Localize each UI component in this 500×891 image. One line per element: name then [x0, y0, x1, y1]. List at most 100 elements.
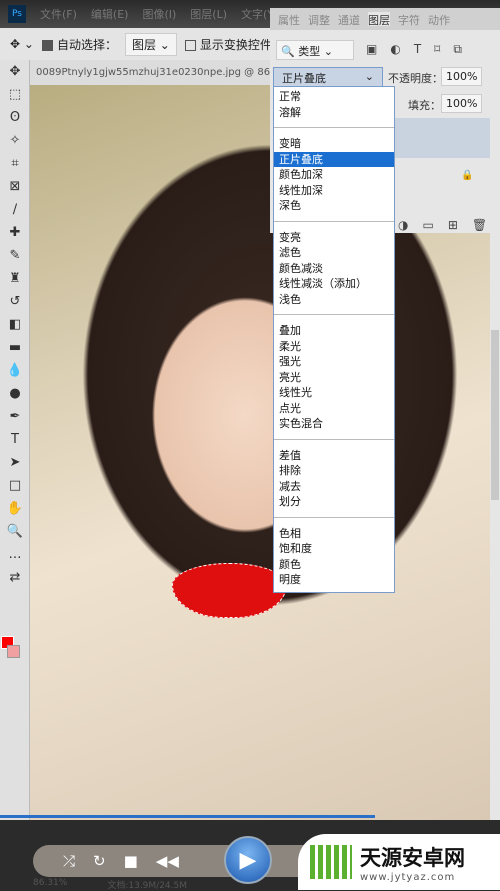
blend-mode-option[interactable]: 实色混合 — [274, 416, 394, 432]
menu-image[interactable]: 图像(I) — [142, 6, 176, 22]
blend-mode-option[interactable]: 滤色 — [274, 245, 394, 261]
media-player-controls: ⤮ ↻ ■ ◀◀ — [33, 845, 333, 877]
blend-mode-option[interactable]: 叠加 — [274, 323, 394, 339]
dodge-icon[interactable]: ● — [0, 382, 30, 405]
layer-row-selected[interactable] — [395, 118, 490, 158]
tab-channels[interactable]: 通道 — [338, 12, 360, 27]
frame-tool-icon[interactable]: ⊠ — [0, 175, 30, 198]
repeat-icon[interactable]: ↻ — [93, 852, 106, 870]
menu-edit[interactable]: 编辑(E) — [91, 6, 129, 22]
stop-icon[interactable]: ■ — [124, 852, 138, 870]
video-progress-bar[interactable] — [0, 815, 375, 818]
shape-filter-icon[interactable]: ⌑ — [434, 42, 440, 57]
blend-mode-option[interactable]: 亮光 — [274, 370, 394, 386]
status-bar: 86.31% 文档:13.9M/24.5M — [33, 878, 333, 891]
blend-mode-option[interactable]: 强光 — [274, 354, 394, 370]
menu-separator — [274, 220, 394, 222]
blend-mode-option[interactable]: 色相 — [274, 526, 394, 542]
gradient-icon[interactable]: ▬ — [0, 336, 30, 359]
adjustment-filter-icon[interactable]: ◐ — [390, 42, 400, 57]
blend-mode-dropdown[interactable]: 正片叠底 ⌄ — [273, 67, 383, 87]
lasso-tool-icon[interactable]: ʘ — [0, 106, 30, 129]
blend-mode-option[interactable]: 浅色 — [274, 292, 394, 308]
tab-adjustments[interactable]: 调整 — [308, 12, 330, 27]
blend-mode-option[interactable]: 变亮 — [274, 230, 394, 246]
blend-mode-option[interactable]: 饱和度 — [274, 541, 394, 557]
blend-mode-option[interactable]: 正片叠底 — [274, 151, 394, 167]
watermark-url: www.jytyaz.com — [360, 871, 456, 883]
menu-separator — [274, 516, 394, 518]
blend-mode-option[interactable]: 变暗 — [274, 136, 394, 152]
stamp-tool-icon[interactable]: ♜ — [0, 267, 30, 290]
blend-mode-option[interactable]: 颜色 — [274, 557, 394, 573]
fill-input[interactable]: 100% — [441, 94, 483, 113]
watermark: 天源安卓网 www.jytyaz.com — [298, 834, 500, 890]
blend-mode-menu: 正常 溶解变暗 正片叠底 颜色加深 线性加深 深色变亮 滤色 颜色减淡 线性减淡（添加） 浅色叠加… — [273, 86, 395, 593]
blend-mode-option[interactable]: 深色 — [274, 198, 394, 214]
eraser-icon[interactable]: ◧ — [0, 313, 30, 336]
marquee-tool-icon[interactable]: ⬚ — [0, 83, 30, 106]
smart-object-filter-icon[interactable]: ⧉ — [453, 42, 462, 57]
crop-tool-icon[interactable]: ⌗ — [0, 152, 30, 175]
blend-mode-option[interactable]: 正常 — [274, 89, 394, 105]
history-brush-icon[interactable]: ↺ — [0, 290, 30, 313]
delete-layer-icon[interactable]: 🗑 — [472, 218, 487, 232]
new-layer-icon[interactable]: ⊞ — [448, 218, 458, 232]
healing-brush-icon[interactable]: ✚ — [0, 221, 30, 244]
blend-mode-option[interactable]: 减去 — [274, 479, 394, 495]
move-tool-icon[interactable]: ✥ — [0, 60, 30, 83]
pixel-filter-icon[interactable]: ▣ — [366, 42, 377, 57]
path-select-icon[interactable]: ➤ — [0, 451, 30, 474]
scrollbar[interactable] — [490, 230, 500, 820]
blend-mode-option[interactable]: 点光 — [274, 401, 394, 417]
background-color-swatch[interactable] — [7, 645, 20, 658]
opacity-input[interactable]: 100% — [441, 67, 483, 86]
blend-mode-option[interactable]: 明度 — [274, 572, 394, 588]
tab-actions[interactable]: 动作 — [428, 12, 450, 27]
filter-value: 类型 — [298, 45, 321, 58]
menu-layer[interactable]: 图层(L) — [190, 6, 227, 22]
layer-filter-dropdown[interactable]: 🔍 类型 ⌄ — [276, 40, 354, 60]
blend-mode-option[interactable]: 划分 — [274, 494, 394, 510]
blend-mode-option[interactable]: 线性减淡（添加） — [274, 276, 394, 292]
blend-mode-option[interactable]: 柔光 — [274, 339, 394, 355]
swap-colors-icon[interactable]: ⇄ — [0, 566, 30, 589]
document-size: 文档:13.9M/24.5M — [107, 881, 188, 891]
eyedropper-icon[interactable]: ∕ — [0, 198, 30, 221]
blend-mode-option[interactable]: 线性光 — [274, 385, 394, 401]
menu-file[interactable]: 文件(F) — [40, 6, 77, 22]
hand-tool-icon[interactable]: ✋ — [0, 497, 30, 520]
lip-selection — [172, 563, 287, 618]
fill-label: 填充： — [408, 99, 441, 112]
show-transform-checkbox[interactable]: 显示变换控件 — [184, 36, 272, 53]
lock-icon: 🔒 — [461, 170, 474, 181]
document-tab[interactable]: 0089Ptnyly1gjw55mzhuj31e0230npe.jpg @ 86… — [30, 60, 275, 85]
blend-mode-option[interactable]: 差值 — [274, 448, 394, 464]
play-button[interactable]: ▶ — [224, 836, 272, 884]
adjustment-layer-icon[interactable]: ◑ — [398, 218, 408, 232]
pen-tool-icon[interactable]: ✒ — [0, 405, 30, 428]
blend-mode-option[interactable]: 溶解 — [274, 105, 394, 121]
move-icon: ✥ ⌄ — [10, 37, 34, 51]
more-tools-icon[interactable]: … — [0, 543, 30, 566]
zoom-tool-icon[interactable]: 🔍 — [0, 520, 30, 543]
rectangle-icon[interactable]: □ — [0, 474, 30, 497]
blend-mode-option[interactable]: 排除 — [274, 463, 394, 479]
type-tool-icon[interactable]: T — [0, 428, 30, 451]
blend-mode-option[interactable]: 颜色减淡 — [274, 261, 394, 277]
tab-properties[interactable]: 属性 — [278, 12, 300, 27]
magic-wand-icon[interactable]: ✧ — [0, 129, 30, 152]
tab-character[interactable]: 字符 — [398, 12, 420, 27]
auto-select-value: 图层 — [131, 37, 156, 52]
blend-mode-option[interactable]: 颜色加深 — [274, 167, 394, 183]
auto-select-checkbox[interactable]: 自动选择： — [41, 36, 117, 53]
auto-select-dropdown[interactable]: 图层 ⌄ — [124, 32, 177, 56]
blur-icon[interactable]: 💧 — [0, 359, 30, 382]
blend-mode-option[interactable]: 线性加深 — [274, 183, 394, 199]
brush-tool-icon[interactable]: ✎ — [0, 244, 30, 267]
shuffle-icon[interactable]: ⤮ — [63, 852, 75, 870]
tab-layers[interactable]: 图层 — [368, 12, 390, 27]
type-filter-icon[interactable]: T — [414, 42, 421, 57]
rewind-icon[interactable]: ◀◀ — [156, 852, 179, 870]
group-icon[interactable]: ▭ — [422, 218, 433, 232]
